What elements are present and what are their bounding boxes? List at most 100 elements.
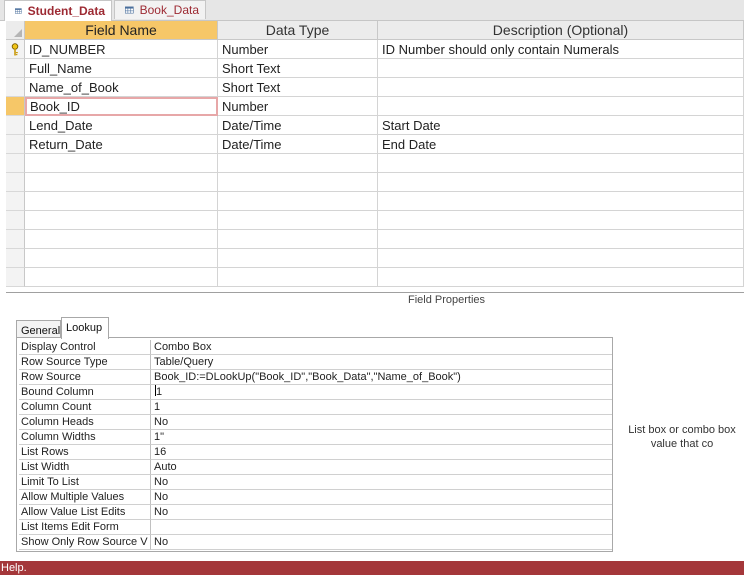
property-value[interactable]: No [151,475,612,490]
empty-row[interactable] [6,173,744,192]
property-value[interactable]: No [151,535,612,550]
property-row-row-source[interactable]: Row Source Book_ID:=DLookUp("Book_ID","B… [19,370,612,385]
row-selector[interactable] [6,268,25,287]
description-cell[interactable]: ID Number should only contain Numerals [378,40,744,59]
field-name-cell[interactable]: ID_NUMBER [25,40,218,59]
tab-lookup[interactable]: Lookup [61,317,109,339]
data-type-cell[interactable] [218,173,378,192]
description-cell[interactable] [378,97,744,116]
tab-student-data[interactable]: Student_Data [4,0,112,21]
description-cell[interactable] [378,59,744,78]
field-name-cell[interactable] [25,192,218,211]
description-cell[interactable] [378,211,744,230]
row-selector[interactable] [6,211,25,230]
empty-row[interactable] [6,192,744,211]
property-row-limit-to-list[interactable]: Limit To List No [19,475,612,490]
table-row[interactable]: Name_of_Book Short Text [6,78,744,97]
property-value[interactable]: Table/Query [151,355,612,370]
row-selector[interactable] [6,173,25,192]
description-cell[interactable]: Start Date [378,116,744,135]
data-type-cell[interactable]: Number [218,97,378,116]
description-cell[interactable] [378,173,744,192]
description-cell[interactable] [378,154,744,173]
property-row-list-rows[interactable]: List Rows 16 [19,445,612,460]
row-selector[interactable] [6,154,25,173]
table-row[interactable]: Return_Date Date/Time End Date [6,135,744,154]
row-selector[interactable] [6,249,25,268]
property-row-display-control[interactable]: Display Control Combo Box [19,340,612,355]
data-type-cell[interactable] [218,268,378,287]
tab-book-data[interactable]: Book_Data [114,0,206,19]
data-type-cell[interactable] [218,192,378,211]
property-value[interactable]: No [151,415,612,430]
field-name-cell[interactable]: Book_ID [25,97,218,116]
description-cell[interactable] [378,230,744,249]
description-cell[interactable] [378,78,744,97]
row-selector[interactable] [6,230,25,249]
row-selector[interactable] [6,192,25,211]
field-name-cell[interactable] [25,154,218,173]
property-row-column-count[interactable]: Column Count 1 [19,400,612,415]
description-cell[interactable] [378,249,744,268]
row-selector[interactable] [6,78,25,97]
row-selector[interactable] [6,116,25,135]
property-value[interactable]: No [151,490,612,505]
data-type-cell[interactable]: Short Text [218,59,378,78]
property-value[interactable]: Combo Box [151,340,612,355]
property-value[interactable]: 1 [151,400,612,415]
select-all-corner[interactable] [6,21,25,40]
row-selector[interactable] [6,40,25,59]
field-name-cell[interactable] [25,249,218,268]
empty-row[interactable] [6,230,744,249]
property-value[interactable]: 1" [151,430,612,445]
field-name-cell[interactable]: Lend_Date [25,116,218,135]
table-row[interactable]: ID_NUMBER Number ID Number should only c… [6,40,744,59]
data-type-cell[interactable] [218,211,378,230]
row-selector[interactable] [6,135,25,154]
property-value[interactable]: 16 [151,445,612,460]
property-row-column-widths[interactable]: Column Widths 1" [19,430,612,445]
property-row-bound-column[interactable]: Bound Column 1 [19,385,612,400]
property-row-allow-multiple-values[interactable]: Allow Multiple Values No [19,490,612,505]
field-name-cell[interactable]: Full_Name [25,59,218,78]
data-type-cell[interactable] [218,230,378,249]
empty-row[interactable] [6,211,744,230]
empty-row[interactable] [6,268,744,287]
data-type-cell[interactable]: Date/Time [218,116,378,135]
row-selector-current[interactable] [6,97,25,116]
property-value[interactable]: No [151,505,612,520]
table-row[interactable]: Full_Name Short Text [6,59,744,78]
empty-row[interactable] [6,249,744,268]
description-cell[interactable]: End Date [378,135,744,154]
field-name-cell[interactable] [25,211,218,230]
column-header-field-name[interactable]: Field Name [25,21,218,40]
table-row-current[interactable]: Book_ID Number [6,97,744,116]
data-type-cell[interactable] [218,154,378,173]
property-value[interactable]: Book_ID:=DLookUp("Book_ID","Book_Data","… [151,370,612,385]
table-row[interactable]: Lend_Date Date/Time Start Date [6,116,744,135]
description-cell[interactable] [378,192,744,211]
property-value-active[interactable]: 1 [151,385,612,400]
property-value[interactable]: Auto [151,460,612,475]
field-name-cell[interactable] [25,230,218,249]
property-row-column-heads[interactable]: Column Heads No [19,415,612,430]
property-row-list-items-edit-form[interactable]: List Items Edit Form [19,520,612,535]
property-row-row-source-type[interactable]: Row Source Type Table/Query [19,355,612,370]
data-type-cell[interactable]: Date/Time [218,135,378,154]
data-type-cell[interactable]: Short Text [218,78,378,97]
column-header-data-type[interactable]: Data Type [218,21,378,40]
field-name-cell[interactable] [25,173,218,192]
field-name-cell[interactable]: Return_Date [25,135,218,154]
data-type-cell[interactable]: Number [218,40,378,59]
data-type-cell[interactable] [218,249,378,268]
description-cell[interactable] [378,268,744,287]
property-value[interactable] [151,520,612,535]
property-row-show-only-row-source-values[interactable]: Show Only Row Source V No [19,535,612,550]
property-row-allow-value-list-edits[interactable]: Allow Value List Edits No [19,505,612,520]
column-header-description[interactable]: Description (Optional) [378,21,744,40]
field-name-cell[interactable] [25,268,218,287]
empty-row[interactable] [6,154,744,173]
field-name-cell[interactable]: Name_of_Book [25,78,218,97]
row-selector[interactable] [6,59,25,78]
property-row-list-width[interactable]: List Width Auto [19,460,612,475]
